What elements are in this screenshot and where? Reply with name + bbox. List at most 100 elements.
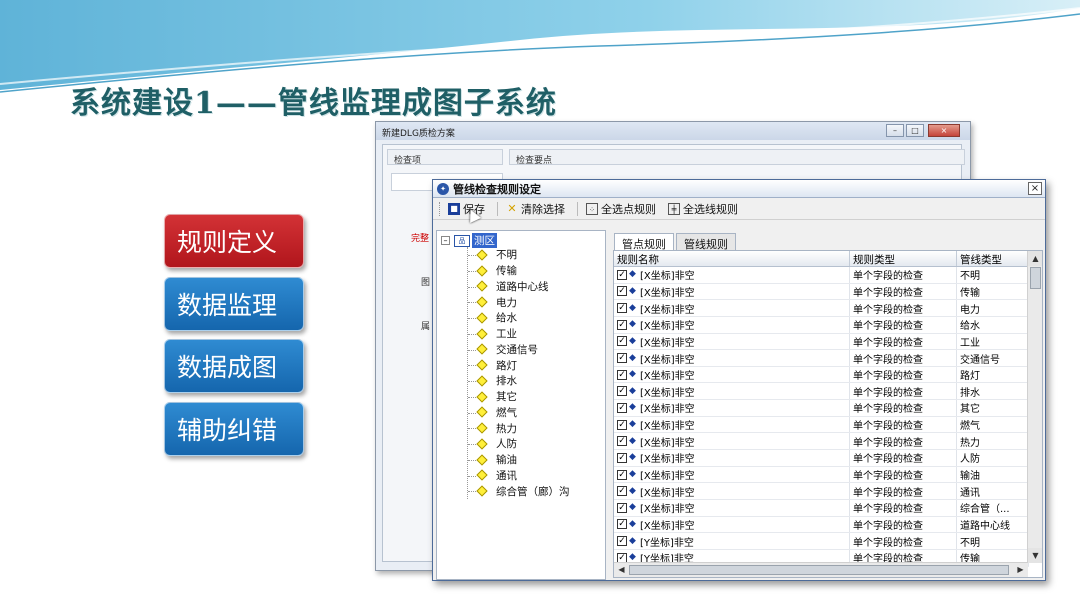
tree-item-label: 交通信号 xyxy=(496,343,538,356)
rule-type-cell: 单个字段的检查 xyxy=(850,283,957,300)
row-checkbox[interactable]: ✓ xyxy=(617,436,627,447)
nav-assisted-correction[interactable]: 辅助纠错 xyxy=(164,402,304,456)
tree-item[interactable]: 通讯 xyxy=(468,468,570,484)
tree-item[interactable]: 输油 xyxy=(468,452,570,468)
row-checkbox[interactable]: ✓ xyxy=(617,469,627,480)
pipe-type-cell: 排水 xyxy=(957,383,1029,400)
tree-item[interactable]: 电力 xyxy=(468,294,570,310)
tree-item[interactable]: 传输 xyxy=(468,263,570,279)
select-all-point-rules-button[interactable]: ⁘ 全选点规则 xyxy=(586,201,656,217)
check-items-header: 检查项 xyxy=(387,149,503,166)
tree-item[interactable]: 工业 xyxy=(468,326,570,342)
tree-item[interactable]: 给水 xyxy=(468,310,570,326)
scroll-down-icon[interactable]: ▼ xyxy=(1028,548,1042,563)
table-row[interactable]: ✓ ◆ [Y坐标]非空 单个字段的检查 不明 xyxy=(614,533,1029,550)
row-checkbox[interactable]: ✓ xyxy=(617,369,627,380)
table-row[interactable]: ✓ ◆ [X坐标]非空 单个字段的检查 通讯 xyxy=(614,483,1029,500)
col-pipe-type[interactable]: 管线类型 xyxy=(957,251,1029,266)
row-checkbox[interactable]: ✓ xyxy=(617,419,627,430)
horizontal-scroll-thumb[interactable] xyxy=(629,565,1009,575)
table-row[interactable]: ✓ ◆ [X坐标]非空 单个字段的检查 热力 xyxy=(614,433,1029,451)
close-button[interactable]: × xyxy=(928,124,960,137)
diamond-icon xyxy=(476,438,488,450)
scroll-left-icon[interactable]: ◀ xyxy=(614,563,629,577)
horizontal-scrollbar[interactable]: ◀ ▶ xyxy=(614,562,1028,577)
maximize-button[interactable]: □ xyxy=(906,124,924,137)
clear-selection-button[interactable]: ✕ 清除选择 xyxy=(506,201,565,217)
tree-item[interactable]: 路灯 xyxy=(468,357,570,373)
tree-item[interactable]: 燃气 xyxy=(468,405,570,421)
row-checkbox[interactable]: ✓ xyxy=(617,502,627,513)
row-checkbox[interactable]: ✓ xyxy=(617,519,627,530)
pipe-point-icon: ◆ xyxy=(629,419,636,430)
rule-name-cell: ✓ ◆ [X坐标]非空 xyxy=(614,300,850,316)
tab-line-rules[interactable]: 管线规则 xyxy=(676,233,736,251)
table-row[interactable]: ✓ ◆ [X坐标]非空 单个字段的检查 路灯 xyxy=(614,366,1029,384)
table-row[interactable]: ✓ ◆ [X坐标]非空 单个字段的检查 排水 xyxy=(614,383,1029,401)
table-row[interactable]: ✓ ◆ [X坐标]非空 单个字段的检查 燃气 xyxy=(614,416,1029,434)
tree-root[interactable]: – 品 测区 xyxy=(441,233,497,248)
tree-item[interactable]: 道路中心线 xyxy=(468,279,570,295)
nav-rule-definition[interactable]: 规则定义 xyxy=(164,214,304,268)
minimize-button[interactable]: – xyxy=(886,124,904,137)
tree-item[interactable]: 综合管（廊）沟 xyxy=(468,483,570,499)
scroll-right-icon[interactable]: ▶ xyxy=(1013,563,1028,577)
rule-name-text: [X坐标]非空 xyxy=(640,287,695,299)
toolbar-separator xyxy=(577,201,578,216)
row-checkbox[interactable]: ✓ xyxy=(617,319,627,330)
table-row[interactable]: ✓ ◆ [X坐标]非空 单个字段的检查 给水 xyxy=(614,316,1029,334)
table-row[interactable]: ✓ ◆ [X坐标]非空 单个字段的检查 不明 xyxy=(614,267,1029,284)
vertical-scroll-thumb[interactable] xyxy=(1030,267,1041,289)
table-row[interactable]: ✓ ◆ [X坐标]非空 单个字段的检查 输油 xyxy=(614,466,1029,484)
table-row[interactable]: ✓ ◆ [X坐标]非空 单个字段的检查 工业 xyxy=(614,333,1029,351)
row-checkbox[interactable]: ✓ xyxy=(617,286,627,297)
dialog-close-button[interactable]: × xyxy=(1028,182,1042,195)
scroll-up-icon[interactable]: ▲ xyxy=(1028,251,1042,266)
dlg-scheme-window-title: 新建DLG质检方案 xyxy=(376,122,970,140)
table-row[interactable]: ✓ ◆ [X坐标]非空 单个字段的检查 电力 xyxy=(614,300,1029,317)
rule-name-text: [X坐标]非空 xyxy=(640,487,695,499)
rule-type-cell: 单个字段的检查 xyxy=(850,383,957,400)
tree-item[interactable]: 热力 xyxy=(468,420,570,436)
row-checkbox[interactable]: ✓ xyxy=(617,386,627,397)
point-grid-icon: ⁘ xyxy=(586,202,598,215)
tree-item-label: 排水 xyxy=(496,375,517,388)
select-all-line-rules-button[interactable]: ╪ 全选线规则 xyxy=(668,201,738,217)
col-rule-type[interactable]: 规则类型 xyxy=(850,251,957,266)
tab-point-rules[interactable]: 管点规则 xyxy=(614,233,674,251)
row-checkbox[interactable]: ✓ xyxy=(617,402,627,413)
row-checkbox[interactable]: ✓ xyxy=(617,303,627,314)
tree-item[interactable]: 人防 xyxy=(468,436,570,452)
row-checkbox[interactable]: ✓ xyxy=(617,452,627,463)
rule-name-text: [X坐标]非空 xyxy=(640,504,695,516)
nav-data-supervision[interactable]: 数据监理 xyxy=(164,277,304,331)
pipe-type-cell: 传输 xyxy=(957,283,1029,300)
row-checkbox[interactable]: ✓ xyxy=(617,536,627,547)
tree-item[interactable]: 不明 xyxy=(468,247,570,263)
table-row[interactable]: ✓ ◆ [X坐标]非空 单个字段的检查 人防 xyxy=(614,450,1029,467)
pipe-point-icon: ◆ xyxy=(629,435,636,446)
table-row[interactable]: ✓ ◆ [X坐标]非空 单个字段的检查 交通信号 xyxy=(614,350,1029,367)
row-checkbox[interactable]: ✓ xyxy=(617,269,627,280)
collapse-icon[interactable]: – xyxy=(441,236,450,245)
panel-splitter[interactable] xyxy=(606,230,610,580)
table-row[interactable]: ✓ ◆ [X坐标]非空 单个字段的检查 道路中心线 xyxy=(614,516,1029,534)
diamond-icon xyxy=(476,422,488,434)
row-checkbox[interactable]: ✓ xyxy=(617,353,627,364)
nav-data-mapping[interactable]: 数据成图 xyxy=(164,339,304,393)
rule-grid: 规则名称 规则类型 管线类型 ✓ ◆ [X坐标]非空 单个字段的检查 不明 ✓ ◆ [X坐标]… xyxy=(613,250,1043,578)
col-rule-name[interactable]: 规则名称 xyxy=(614,251,850,266)
dialog-titlebar: ✦ 管线检查规则设定 xyxy=(433,180,1045,198)
table-row[interactable]: ✓ ◆ [X坐标]非空 单个字段的检查 传输 xyxy=(614,283,1029,301)
table-row[interactable]: ✓ ◆ [X坐标]非空 单个字段的检查 其它 xyxy=(614,400,1029,417)
row-checkbox[interactable]: ✓ xyxy=(617,336,627,347)
rule-name-text: [Y坐标]非空 xyxy=(640,537,694,549)
rule-type-cell: 单个字段的检查 xyxy=(850,267,957,283)
tree-item[interactable]: 交通信号 xyxy=(468,342,570,358)
pipe-type-cell: 其它 xyxy=(957,400,1029,416)
tree-item[interactable]: 其它 xyxy=(468,389,570,405)
vertical-scrollbar[interactable]: ▲ ▼ xyxy=(1027,251,1042,563)
tree-item[interactable]: 排水 xyxy=(468,373,570,389)
table-row[interactable]: ✓ ◆ [X坐标]非空 单个字段的检查 综合管（... xyxy=(614,499,1029,517)
row-checkbox[interactable]: ✓ xyxy=(617,486,627,497)
